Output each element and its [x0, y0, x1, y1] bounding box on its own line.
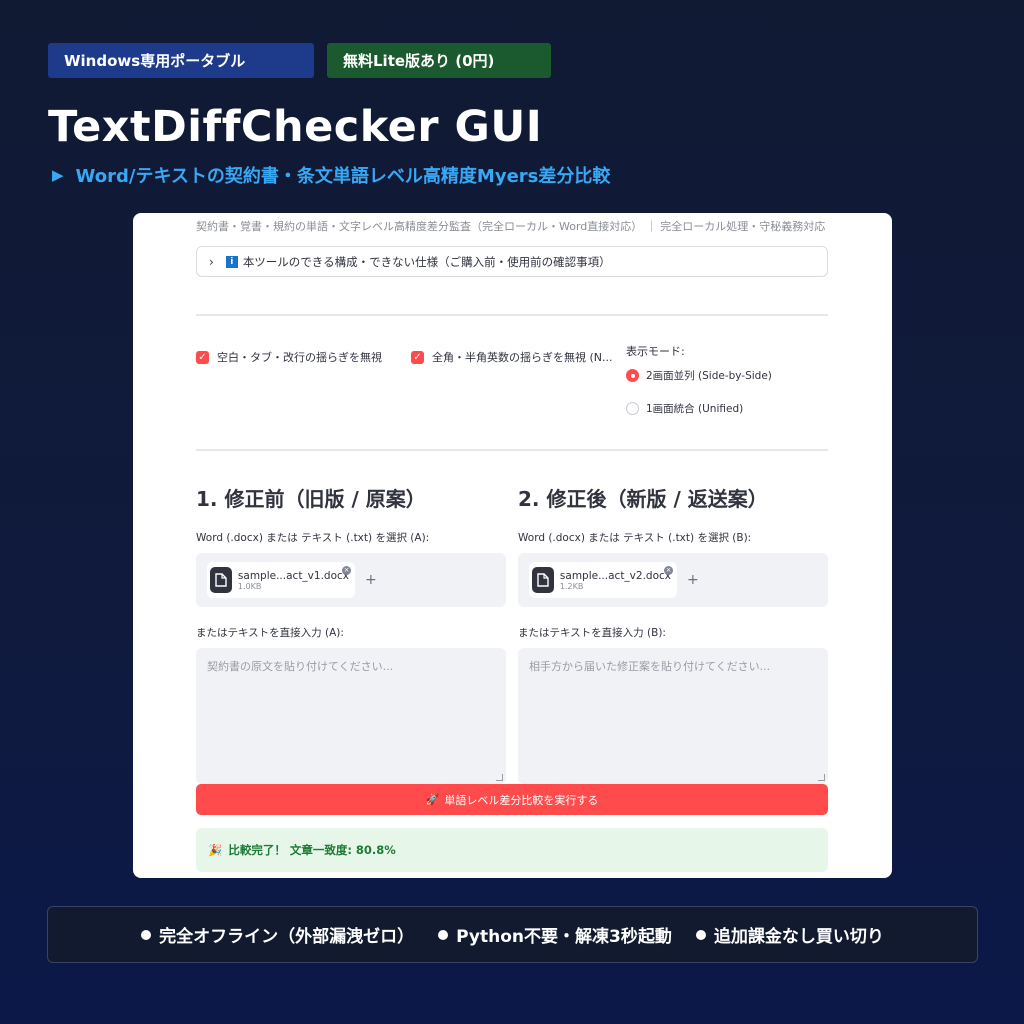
after-text-input[interactable]: 相手方から届いた修正案を貼り付けてください...: [518, 648, 828, 784]
divider: [196, 314, 828, 316]
feature-text: 完全オフライン（外部漏洩ゼロ）: [159, 927, 415, 947]
result-text: 比較完了！ 文章一致度: 80.8%: [228, 843, 396, 857]
check-icon: ✓: [196, 350, 209, 364]
after-column: 2. 修正後（新版 / 返送案） Word (.docx) または テキスト (…: [518, 483, 828, 784]
divider: [196, 449, 828, 451]
before-column: 1. 修正前（旧版 / 原案） Word (.docx) または テキスト (.…: [196, 483, 506, 784]
hero-title: TextDiffChecker GUI: [48, 102, 543, 152]
chevron-right-icon: ›: [209, 254, 214, 269]
after-title: 2. 修正後（新版 / 返送案）: [518, 487, 768, 511]
feature-text: 追加課金なし買い切り: [713, 927, 884, 947]
document-icon: [532, 567, 554, 593]
expander-label: 本ツールのできる構成・できない仕様（ご購入前・使用前の確認事項）: [242, 254, 611, 269]
feature-item: 完全オフライン（外部漏洩ゼロ）: [141, 922, 414, 947]
after-text-label: またはテキストを直接入力 (B):: [518, 627, 666, 639]
file-size: 1.2KB: [559, 581, 584, 591]
after-file-uploader[interactable]: sample...act_v2.docx 1.2KB × +: [518, 553, 828, 607]
hero-subtitle-text: Word/テキストの契約書・条文単語レベル高精度Myers差分比較: [75, 166, 611, 187]
display-mode-label: 表示モード:: [626, 345, 685, 358]
add-file-icon[interactable]: +: [365, 572, 377, 588]
before-title: 1. 修正前（旧版 / 原案）: [196, 487, 426, 511]
play-triangle-icon: ▶: [52, 166, 64, 184]
run-button-label: 単語レベル差分比較を実行する: [444, 793, 599, 807]
checkbox-label: 空白・タブ・改行の揺らぎを無視: [217, 351, 382, 364]
run-diff-button[interactable]: 🚀 単語レベル差分比較を実行する: [196, 784, 828, 815]
radio-side-by-side[interactable]: 2画面並列 (Side-by-Side): [626, 368, 772, 383]
check-icon: ✓: [411, 350, 424, 364]
display-mode-radio-group: 表示モード: 2画面並列 (Side-by-Side) 1画面統合 (Unifi…: [626, 343, 772, 434]
feature-item: Python不要・解凍3秒起動: [438, 922, 672, 947]
file-size: 1.0KB: [237, 581, 262, 591]
radio-label: 1画面統合 (Unified): [646, 403, 744, 415]
before-file-label: Word (.docx) または テキスト (.txt) を選択 (A):: [196, 532, 430, 544]
resize-grip-icon[interactable]: [496, 774, 503, 781]
platform-badge: Windows専用ポータブル: [48, 43, 314, 78]
info-icon: i: [225, 255, 238, 268]
resize-grip-icon[interactable]: [818, 774, 825, 781]
rocket-icon: 🚀: [425, 793, 440, 806]
result-success-alert: 🎉 比較完了！ 文章一致度: 80.8%: [196, 828, 828, 872]
ignore-width-checkbox[interactable]: ✓ 全角・半角英数の揺らぎを無視 (N...: [411, 349, 613, 365]
feature-text: Python不要・解凍3秒起動: [456, 927, 672, 947]
after-file-chip: sample...act_v2.docx 1.2KB ×: [529, 562, 677, 598]
spec-expander[interactable]: › i 本ツールのできる構成・できない仕様（ご購入前・使用前の確認事項）: [196, 246, 828, 277]
placeholder: 契約書の原文を貼り付けてください...: [207, 660, 394, 673]
checkbox-label: 全角・半角英数の揺らぎを無視 (N...: [432, 351, 613, 364]
document-icon: [210, 567, 232, 593]
file-name: sample...act_v1.docx: [237, 569, 349, 582]
party-popper-icon: 🎉: [208, 843, 223, 857]
feature-footer: 完全オフライン（外部漏洩ゼロ） Python不要・解凍3秒起動 追加課金なし買い…: [47, 906, 978, 963]
file-name: sample...act_v2.docx: [559, 569, 671, 582]
radio-label: 2画面並列 (Side-by-Side): [646, 370, 772, 382]
bullet-icon: [438, 929, 449, 940]
radio-unified[interactable]: 1画面統合 (Unified): [626, 401, 772, 416]
before-text-input[interactable]: 契約書の原文を貼り付けてください...: [196, 648, 506, 784]
after-file-label: Word (.docx) または テキスト (.txt) を選択 (B):: [518, 532, 752, 544]
add-file-icon[interactable]: +: [687, 572, 699, 588]
bullet-icon: [141, 929, 152, 940]
app-caption: 契約書・覚書・規約の単語・文字レベル高精度差分監査（完全ローカル・Word直接対…: [196, 220, 826, 233]
remove-file-icon[interactable]: ×: [664, 566, 673, 575]
ignore-whitespace-checkbox[interactable]: ✓ 空白・タブ・改行の揺らぎを無視: [196, 349, 382, 365]
feature-item: 追加課金なし買い切り: [695, 922, 884, 947]
before-text-label: またはテキストを直接入力 (A):: [196, 627, 344, 639]
hero-subtitle: ▶ Word/テキストの契約書・条文単語レベル高精度Myers差分比較: [52, 162, 610, 188]
radio-unselected-icon: [626, 402, 639, 415]
app-screenshot-window: 契約書・覚書・規約の単語・文字レベル高精度差分監査（完全ローカル・Word直接対…: [133, 213, 892, 878]
before-file-uploader[interactable]: sample...act_v1.docx 1.0KB × +: [196, 553, 506, 607]
radio-selected-icon: [626, 369, 639, 382]
remove-file-icon[interactable]: ×: [342, 566, 351, 575]
bullet-icon: [695, 929, 706, 940]
lite-badge: 無料Lite版あり (0円): [327, 43, 551, 78]
placeholder: 相手方から届いた修正案を貼り付けてください...: [529, 660, 771, 673]
before-file-chip: sample...act_v1.docx 1.0KB ×: [207, 562, 355, 598]
